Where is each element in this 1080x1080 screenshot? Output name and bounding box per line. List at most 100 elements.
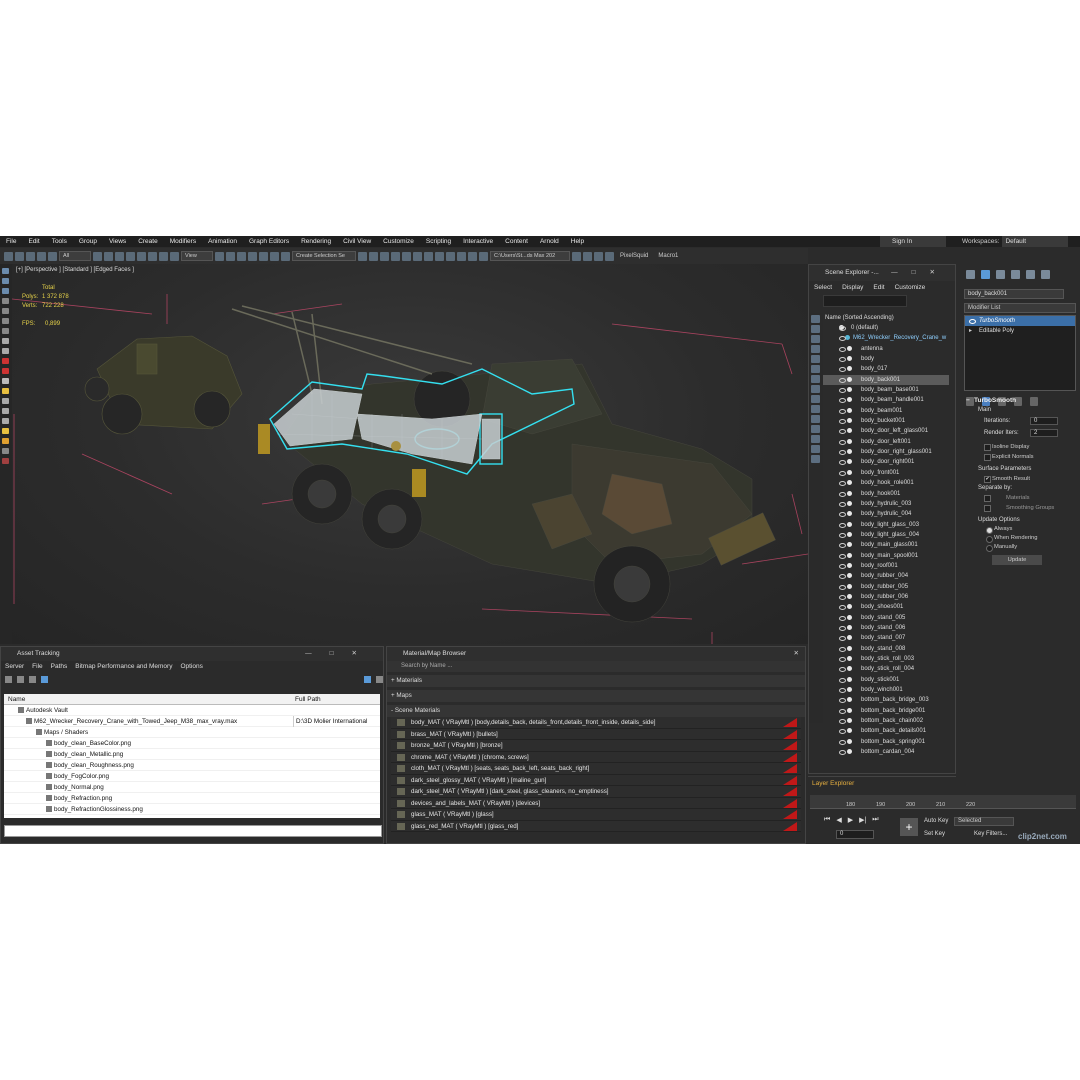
set-project-icon[interactable]: [594, 251, 603, 261]
scale-icon[interactable]: [159, 251, 168, 261]
asset-menu-item[interactable]: Options: [176, 663, 206, 670]
scene-object-row[interactable]: body_beam_base001: [823, 385, 949, 395]
asset-row[interactable]: body_clean_BaseColor.png: [4, 738, 380, 749]
rollout-title[interactable]: TurboSmooth: [964, 396, 1076, 406]
menu-group[interactable]: Group: [73, 238, 103, 245]
named-selection-dropdown[interactable]: Create Selection Se: [292, 251, 356, 261]
set-key-button[interactable]: Set Key: [924, 831, 945, 837]
filter-spacewarps-icon[interactable]: [811, 365, 820, 373]
align-icon[interactable]: [369, 251, 378, 261]
menu-animation[interactable]: Animation: [202, 238, 243, 245]
scene-object-row[interactable]: body_hook_role001: [823, 478, 949, 488]
scene-object-row[interactable]: body_stick_roll_004: [823, 664, 949, 674]
filter-bones-icon[interactable]: [811, 395, 820, 403]
layer-explorer-dropdown[interactable]: Layer Explorer: [808, 776, 956, 790]
scene-material-row[interactable]: cloth_MAT ( VRayMtl ) [seats, seats_back…: [391, 763, 801, 775]
filter-shapes-icon[interactable]: [811, 325, 820, 333]
scene-object-row[interactable]: body_light_glass_003: [823, 520, 949, 530]
cone-icon[interactable]: [2, 408, 9, 414]
scene-object-row[interactable]: bottom_back_bridge001: [823, 706, 949, 716]
save-file-icon[interactable]: [583, 251, 592, 261]
display-icon[interactable]: [2, 318, 9, 324]
time-ruler[interactable]: 180 190 200 210 220: [810, 795, 1076, 809]
window-crossing-icon[interactable]: [126, 251, 135, 261]
material-browser-title[interactable]: Material/Map Browser ✕: [387, 647, 805, 661]
name-column-header[interactable]: Name (Sorted Ascending): [823, 313, 955, 323]
rotate-icon[interactable]: [148, 251, 157, 261]
sign-in-button[interactable]: Sign In: [880, 236, 946, 247]
scene-material-row[interactable]: dark_steel_MAT ( VRayMtl ) [dark_steel, …: [391, 786, 801, 798]
red-tool-2-icon[interactable]: [2, 368, 9, 374]
scene-object-row[interactable]: body_main_glass001: [823, 540, 949, 550]
project-path-dropdown[interactable]: C:\Users\St...ds Max 202: [490, 251, 570, 261]
materials-section[interactable]: + Materials: [387, 675, 805, 687]
refresh-icon[interactable]: [5, 675, 12, 683]
teapot-icon[interactable]: [2, 378, 9, 384]
scene-explorer-search[interactable]: [823, 295, 907, 307]
scene-object-row[interactable]: body_winch001: [823, 685, 949, 695]
filter-hidden-icon[interactable]: [811, 425, 820, 433]
scene-material-row[interactable]: devices_and_labels_MAT ( VRayMtl ) [devi…: [391, 797, 801, 809]
render-iterative-icon[interactable]: [479, 251, 488, 261]
always-radio[interactable]: Always: [964, 525, 1076, 534]
iterations-spinner[interactable]: 0: [1030, 417, 1058, 425]
scene-object-row[interactable]: bottom_back_bridge_003: [823, 695, 949, 705]
name-column-header[interactable]: Name: [8, 694, 25, 705]
root-object-row[interactable]: M62_Wrecker_Recovery_Crane_w: [823, 333, 949, 343]
curve-editor-icon[interactable]: [413, 251, 422, 261]
scene-object-row[interactable]: body_beam001: [823, 406, 949, 416]
viewport-label[interactable]: [+] [Perspective ] [Standard ] [Edged Fa…: [16, 267, 134, 273]
menu-arnold[interactable]: Arnold: [534, 238, 565, 245]
grid-icon[interactable]: [29, 675, 36, 683]
set-key-big-button[interactable]: +: [900, 818, 918, 836]
menu-modifiers[interactable]: Modifiers: [164, 238, 202, 245]
reference-coordinate-dropdown[interactable]: View: [181, 251, 213, 261]
scene-object-row[interactable]: bottom_cardan_004: [823, 747, 949, 757]
isoline-display-checkbox[interactable]: Isoline Display: [964, 442, 1076, 452]
asset-status-field[interactable]: [4, 825, 382, 837]
link-icon[interactable]: [26, 251, 35, 261]
help-icon[interactable]: [364, 675, 371, 683]
create-tab-icon[interactable]: [966, 270, 975, 279]
previous-frame-icon[interactable]: ◀: [836, 816, 841, 824]
scene-object-row[interactable]: body_hydrulic_004: [823, 509, 949, 519]
select-object-icon[interactable]: [93, 251, 102, 261]
scene-object-row[interactable]: body_stand_006: [823, 623, 949, 633]
asset-row[interactable]: Autodesk Vault: [4, 705, 380, 716]
menu-tools[interactable]: Tools: [46, 238, 73, 245]
yellow-sphere-icon[interactable]: [2, 388, 9, 394]
menu-content[interactable]: Content: [499, 238, 534, 245]
full-path-column-header[interactable]: Full Path: [295, 694, 321, 705]
create-icon[interactable]: [2, 278, 9, 284]
se-menu-edit[interactable]: Edit: [868, 284, 889, 291]
select-by-name-icon[interactable]: [104, 251, 113, 261]
move-icon[interactable]: [137, 251, 146, 261]
filter-groups-icon[interactable]: [811, 375, 820, 383]
schematic-view-icon[interactable]: [424, 251, 433, 261]
light-icon[interactable]: [2, 418, 9, 424]
asset-menu-item[interactable]: Bitmap Performance and Memory: [71, 663, 176, 670]
scene-object-row[interactable]: body_door_left_glass001: [823, 426, 949, 436]
current-frame-field[interactable]: 0: [836, 830, 874, 839]
open-file-icon[interactable]: [572, 251, 581, 261]
asset-tracking-title[interactable]: Asset Tracking —□✕: [1, 647, 383, 661]
plug-icon[interactable]: [2, 458, 9, 464]
filter-geometry-icon[interactable]: [811, 315, 820, 323]
scene-material-row[interactable]: bronze_MAT ( VRayMtl ) [bronze]: [391, 740, 801, 752]
play-icon[interactable]: ▶: [848, 816, 853, 824]
scene-materials-section[interactable]: - Scene Materials: [387, 705, 805, 717]
scene-object-row[interactable]: body_bucket001: [823, 416, 949, 426]
viewport-layout-1-icon[interactable]: [2, 338, 9, 344]
menu-edit[interactable]: Edit: [22, 238, 45, 245]
redo-icon[interactable]: [15, 251, 24, 261]
render-setup-icon[interactable]: [446, 251, 455, 261]
se-menu-select[interactable]: Select: [809, 284, 837, 291]
auto-key-button[interactable]: Auto Key: [924, 818, 948, 824]
sun-icon[interactable]: [2, 428, 9, 434]
scene-object-row[interactable]: bottom_back_details001: [823, 726, 949, 736]
workspaces-selector[interactable]: Workspaces: Default: [962, 236, 1069, 247]
material-search-input[interactable]: Search by Name ...: [387, 661, 805, 672]
smooth-result-checkbox[interactable]: Smooth Result: [964, 474, 1076, 484]
scene-object-row[interactable]: body_stick_roll_003: [823, 654, 949, 664]
explicit-normals-checkbox[interactable]: Explicit Normals: [964, 452, 1076, 462]
